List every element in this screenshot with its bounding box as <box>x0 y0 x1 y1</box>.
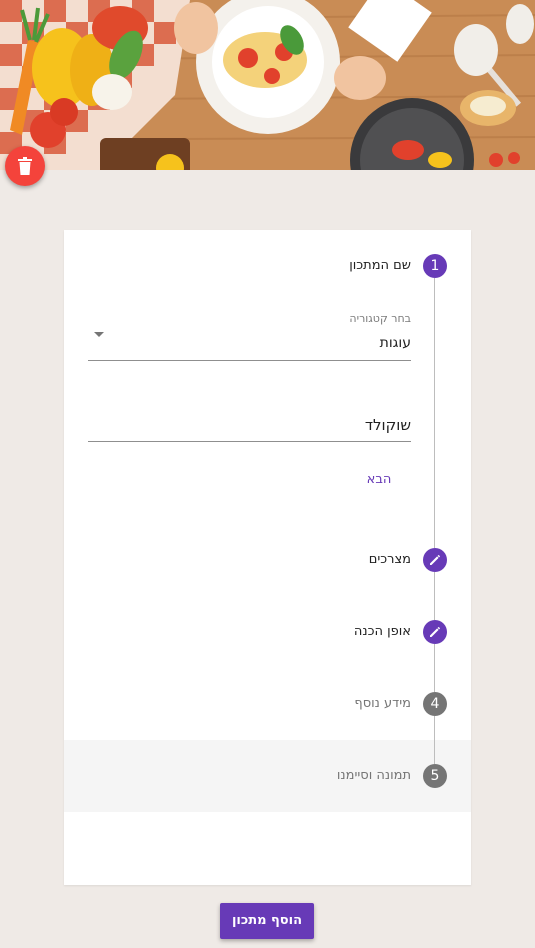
recipe-stepper-card: 1 שם המתכון בחר קטגוריה עוגות שוקולד הבא… <box>64 230 471 885</box>
category-select[interactable]: בחר קטגוריה עוגות <box>88 310 411 361</box>
category-label: בחר קטגוריה <box>349 312 411 325</box>
recipe-name-input[interactable]: שוקולד <box>88 408 411 442</box>
step-2-label: מצרכים <box>368 552 411 567</box>
step-3-edit-circle <box>423 620 447 644</box>
step-connector-line <box>434 278 435 548</box>
header-food-illustration <box>0 0 535 170</box>
step-4-number: 4 <box>423 692 447 716</box>
category-value: עוגות <box>379 335 411 351</box>
step-1-label: שם המתכון <box>349 258 411 273</box>
step-connector-line <box>434 572 435 620</box>
trash-icon <box>18 157 32 175</box>
food-illustration-image <box>0 0 535 170</box>
next-button[interactable]: הבא <box>354 472 404 492</box>
step-connector-line <box>434 716 435 764</box>
step-5-number: 5 <box>423 764 447 788</box>
step-5-label: תמונה וסיימנו <box>336 768 411 783</box>
step-2-edit-circle <box>423 548 447 572</box>
recipe-name-value: שוקולד <box>364 416 411 434</box>
step-4-label: מידע נוסף <box>354 696 411 711</box>
add-recipe-button[interactable]: הוסף מתכון <box>220 903 314 939</box>
step-connector-line <box>434 644 435 692</box>
dropdown-arrow-icon <box>94 332 104 337</box>
step-3-label: אופן הכנה <box>353 624 411 639</box>
step-1-number: 1 <box>423 254 447 278</box>
pencil-icon <box>430 627 440 637</box>
delete-button[interactable] <box>5 146 45 186</box>
pencil-icon <box>430 555 440 565</box>
